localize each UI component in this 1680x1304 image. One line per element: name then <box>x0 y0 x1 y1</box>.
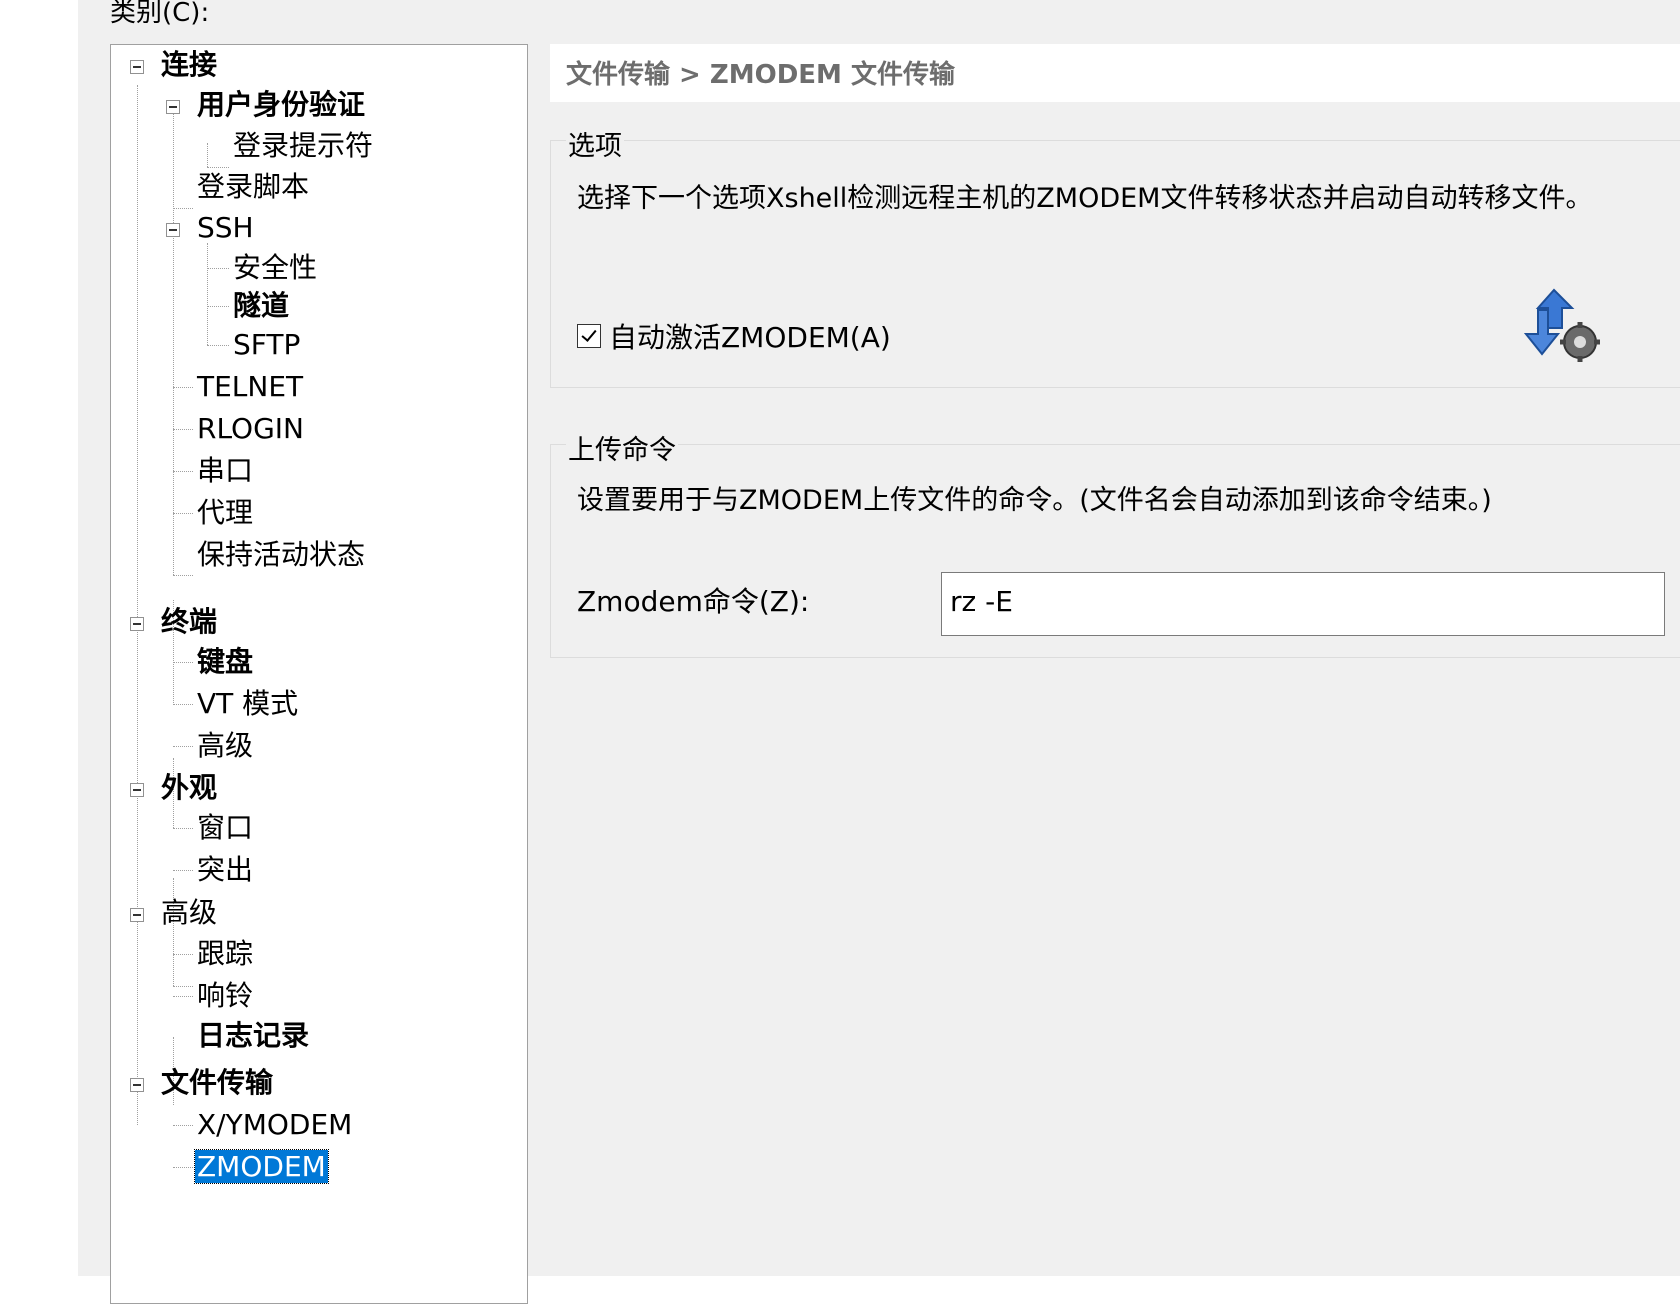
tree-item-sftp[interactable]: SFTP <box>233 325 300 365</box>
checkbox-checked-icon[interactable] <box>577 324 601 348</box>
upload-description: 设置要用于与ZMODEM上传文件的命令。(文件名会自动添加到该命令结束。) <box>577 485 1492 516</box>
tree-line <box>173 828 193 829</box>
tree-line <box>207 345 229 346</box>
tree-line <box>173 1125 193 1126</box>
tree-line <box>173 704 193 705</box>
tree-item-tunnel[interactable]: 隧道 <box>233 286 289 326</box>
tree-item-appearance[interactable]: 外观 <box>161 768 217 808</box>
category-tree[interactable]: 连接 用户身份验证 登录提示符 登录脚本 SSH 安全性 隧道 SFTP TEL… <box>110 44 528 1304</box>
zmodem-command-input[interactable]: rz -E <box>941 572 1665 636</box>
tree-line <box>173 870 193 871</box>
tree-item-keyboard[interactable]: 键盘 <box>197 642 253 682</box>
tree-item-terminal-advanced[interactable]: 高级 <box>197 726 253 766</box>
options-group-title: 选项 <box>566 124 624 163</box>
upload-group-title: 上传命令 <box>566 428 678 467</box>
collapse-icon[interactable] <box>130 908 144 922</box>
tree-item-proxy[interactable]: 代理 <box>197 493 253 533</box>
tree-item-telnet[interactable]: TELNET <box>197 367 303 407</box>
tree-item-login-prompt[interactable]: 登录提示符 <box>233 126 373 166</box>
tree-item-logging[interactable]: 日志记录 <box>197 1016 309 1056</box>
tree-line <box>173 996 193 997</box>
tree-item-keepalive[interactable]: 保持活动状态 <box>197 535 365 575</box>
tree-item-connection[interactable]: 连接 <box>161 45 217 85</box>
options-description: 选择下一个选项Xshell检测远程主机的ZMODEM文件转移状态并启动自动转移文… <box>577 183 1593 214</box>
tree-line <box>137 85 138 1125</box>
category-label: 类别(C): <box>110 0 210 28</box>
tree-item-trace[interactable]: 跟踪 <box>197 934 253 974</box>
collapse-icon[interactable] <box>130 783 144 797</box>
collapse-icon[interactable] <box>166 100 180 114</box>
tree-item-advanced[interactable]: 高级 <box>161 893 217 933</box>
tree-line <box>173 387 193 388</box>
tree-line <box>173 513 193 514</box>
tree-item-security[interactable]: 安全性 <box>233 248 317 288</box>
tree-line <box>173 954 193 955</box>
auto-activate-zmodem-checkbox[interactable]: 自动激活ZMODEM(A) <box>577 316 891 356</box>
tree-item-login-script[interactable]: 登录脚本 <box>197 167 309 207</box>
tree-line <box>207 143 208 167</box>
tree-line <box>173 575 193 576</box>
tree-line <box>173 105 174 575</box>
tree-line <box>207 268 229 269</box>
tree-item-xymodem[interactable]: X/YMODEM <box>197 1105 352 1145</box>
tree-line <box>173 208 193 209</box>
collapse-icon[interactable] <box>130 60 144 74</box>
zmodem-command-label: Zmodem命令(Z): <box>577 585 810 618</box>
tree-item-vt-mode[interactable]: VT 模式 <box>197 684 298 724</box>
transfer-gear-icon <box>1520 284 1604 366</box>
tree-line <box>173 429 193 430</box>
collapse-icon[interactable] <box>130 1078 144 1092</box>
collapse-icon[interactable] <box>130 617 144 631</box>
tree-line <box>173 471 193 472</box>
tree-item-terminal[interactable]: 终端 <box>161 602 217 642</box>
tree-item-serial[interactable]: 串口 <box>197 451 253 491</box>
breadcrumb: 文件传输 > ZMODEM 文件传输 <box>566 60 955 90</box>
collapse-icon[interactable] <box>166 223 180 237</box>
auto-activate-label: 自动激活ZMODEM(A) <box>609 321 891 354</box>
breadcrumb-bar: 文件传输 > ZMODEM 文件传输 <box>550 44 1680 102</box>
tree-item-highlight[interactable]: 突出 <box>197 850 253 890</box>
tree-line <box>173 986 193 987</box>
tree-item-bell[interactable]: 响铃 <box>197 976 253 1016</box>
tree-item-user-auth[interactable]: 用户身份验证 <box>197 85 365 125</box>
tree-line <box>173 662 193 663</box>
tree-item-ssh[interactable]: SSH <box>197 208 254 248</box>
tree-item-zmodem[interactable]: ZMODEM <box>194 1147 329 1187</box>
tree-line <box>207 243 208 345</box>
tree-line <box>207 306 229 307</box>
tree-item-window[interactable]: 窗口 <box>197 808 253 848</box>
tree-item-file-transfer[interactable]: 文件传输 <box>161 1063 273 1103</box>
tree-line <box>173 1167 193 1168</box>
tree-line <box>173 746 193 747</box>
tree-item-rlogin[interactable]: RLOGIN <box>197 409 304 449</box>
